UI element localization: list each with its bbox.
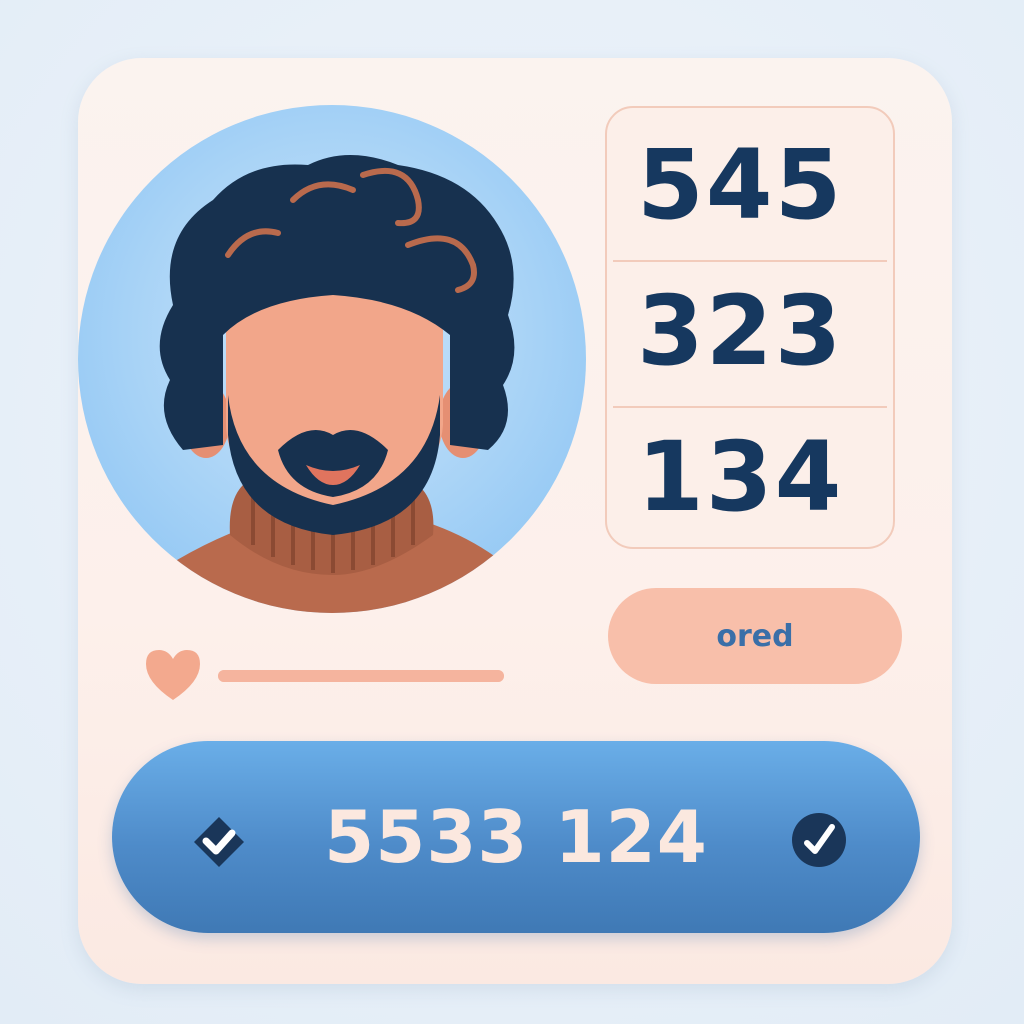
profile-card: 545 323 134 ored 5533 124 bbox=[78, 58, 952, 984]
confirm-action-button[interactable]: 5533 124 bbox=[112, 741, 920, 933]
avatar[interactable] bbox=[78, 105, 586, 613]
score-list: 545 323 134 bbox=[605, 106, 895, 549]
heart-icon[interactable] bbox=[142, 646, 204, 704]
score-value-3: 134 bbox=[637, 421, 844, 533]
favorite-progress-fill bbox=[218, 670, 504, 682]
score-value-1: 545 bbox=[637, 129, 844, 241]
check-icon bbox=[792, 813, 846, 867]
favorite-progress-bar bbox=[218, 670, 504, 682]
score-value-2: 323 bbox=[637, 275, 844, 387]
bearded-man-avatar-icon bbox=[138, 155, 533, 613]
canvas: 545 323 134 ored 5533 124 bbox=[0, 0, 1024, 1024]
status-button[interactable]: ored bbox=[608, 588, 902, 684]
